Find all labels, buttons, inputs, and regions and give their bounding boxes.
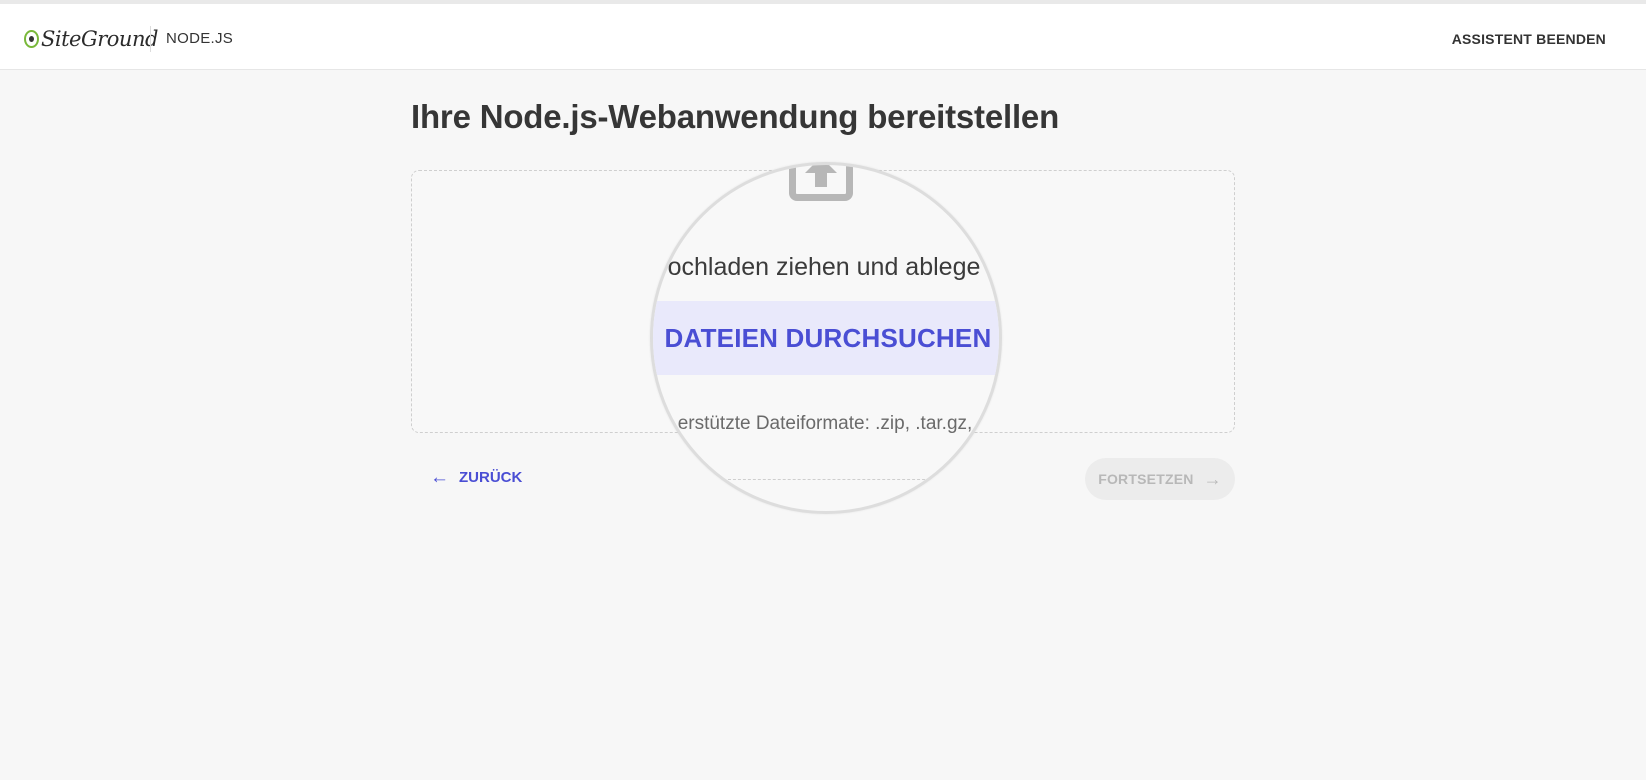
drag-drop-text: ochladen ziehen und ablege: [653, 253, 999, 282]
drag-drop-text-label: ochladen ziehen und ablege: [667, 253, 981, 281]
app-header: SiteGround NODE.JS ASSISTENT BEENDEN: [0, 4, 1646, 70]
continue-button-label: FORTSETZEN: [1098, 471, 1194, 487]
arrow-right-icon: →: [1203, 468, 1222, 489]
section-name: NODE.JS: [166, 30, 234, 47]
header-divider: [150, 26, 151, 52]
page-title: Ihre Node.js-Webanwendung bereitstellen: [411, 98, 1060, 135]
continue-button[interactable]: FORTSETZEN →: [1085, 458, 1235, 500]
supported-formats-label: erstützte Dateiformate: .zip, .tar.gz,: [677, 413, 973, 434]
back-button-label: ZURÜCK: [459, 469, 523, 486]
supported-formats-text: erstützte Dateiformate: .zip, .tar.gz,: [653, 413, 999, 435]
siteground-logo-icon: [24, 30, 39, 48]
arrow-left-icon: ←: [430, 467, 449, 488]
magnifier-lens: ochladen ziehen und ablege DATEIEN DURCH…: [650, 162, 1002, 514]
dropzone-border-magnified: [723, 479, 935, 480]
logo-text: SiteGround: [41, 27, 158, 51]
browse-files-button[interactable]: DATEIEN DURCHSUCHEN: [653, 301, 999, 375]
magnifier-content: ochladen ziehen und ablege DATEIEN DURCH…: [653, 165, 999, 511]
upload-icon: [789, 165, 853, 201]
exit-wizard-button[interactable]: ASSISTENT BEENDEN: [1452, 31, 1606, 47]
siteground-logo[interactable]: SiteGround: [24, 26, 158, 52]
back-button[interactable]: ← ZURÜCK: [430, 468, 522, 487]
